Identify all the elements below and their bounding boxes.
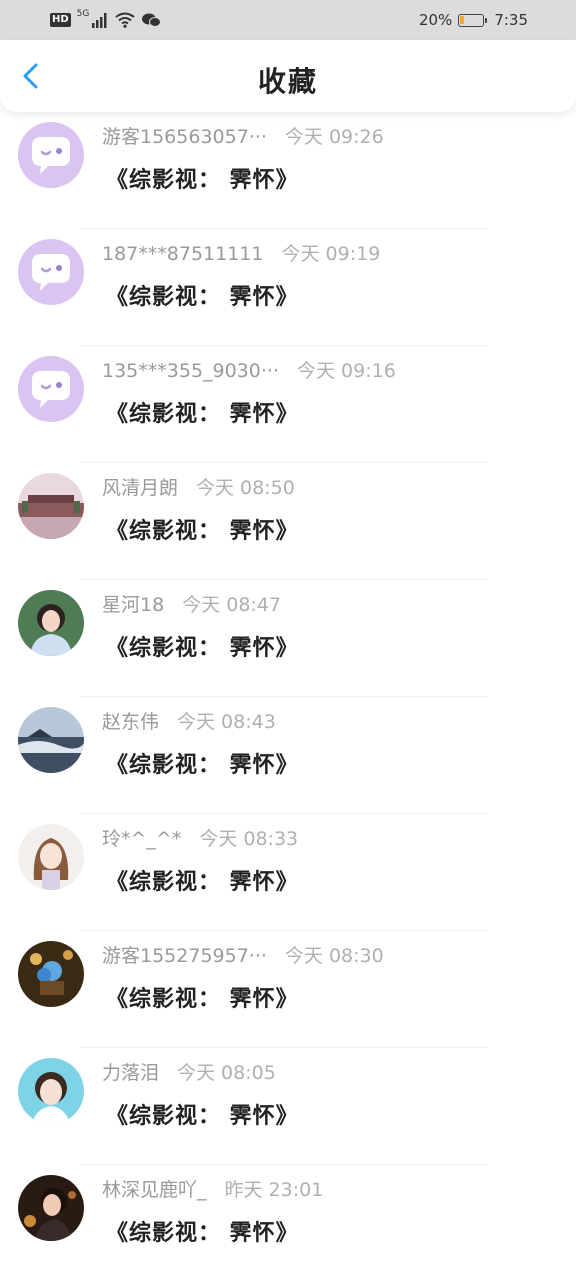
item-meta: 赵东伟 今天 08:43 [102,707,276,734]
item-meta: 风清月朗 今天 08:50 [102,473,295,500]
anime-girl-illustration-image [18,824,84,890]
list-item[interactable]: 游客156563057··· 今天 09:26 《综影视： 霁怀》 [0,112,576,229]
default-chat-avatar-image [18,356,84,422]
favorite-title: 《综影视： 霁怀》 [106,519,299,544]
avatar[interactable] [18,707,84,773]
item-meta: 游客155275957··· 今天 08:30 [102,941,384,968]
timestamp: 今天 08:05 [177,1062,276,1084]
list-item[interactable]: 星河18 今天 08:47 《综影视： 霁怀》 [0,580,576,697]
timestamp: 今天 09:16 [297,360,396,382]
battery-level-fill [460,15,465,24]
user-name: 赵东伟 [102,711,160,733]
avatar[interactable] [18,122,84,188]
avatar[interactable] [18,239,84,305]
wifi-icon [115,12,135,28]
palace-photo-image [18,473,84,539]
timestamp: 昨天 23:01 [224,1179,324,1201]
user-name: 游客156563057··· [102,126,267,148]
favorites-list: 游客156563057··· 今天 09:26 《综影视： 霁怀》 187***8… [0,112,576,1280]
list-item[interactable]: 风清月朗 今天 08:50 《综影视： 霁怀》 [0,463,576,580]
timestamp: 今天 09:19 [281,243,381,265]
avatar[interactable] [18,473,84,539]
girl-photo-image [18,590,84,656]
item-meta: 玲*^_^* 今天 08:33 [102,824,298,851]
sea-of-clouds-photo-image [18,707,84,773]
avatar[interactable] [18,1175,84,1241]
favorite-title: 《综影视： 霁怀》 [106,285,299,310]
page-title: 收藏 [257,65,318,98]
list-item[interactable]: 赵东伟 今天 08:43 《综影视： 霁怀》 [0,697,576,814]
girl-portrait-photo-image [18,1058,84,1124]
user-name: 星河18 [102,594,165,616]
user-name: 力落泪 [102,1062,160,1084]
favorite-title: 《综影视： 霁怀》 [106,168,299,193]
network-label: 5G [76,9,90,19]
list-item[interactable]: 135***355_9030··· 今天 09:16 《综影视： 霁怀》 [0,346,576,463]
blue-flowers-photo-image [18,941,84,1007]
timestamp: 今天 08:47 [182,594,281,616]
default-chat-avatar-image [18,122,84,188]
status-bar: HD 5G 20% 7:35 [0,0,576,40]
favorite-title: 《综影视： 霁怀》 [106,636,299,661]
timestamp: 今天 08:33 [199,828,299,850]
status-left: HD 5G [50,9,162,31]
avatar[interactable] [18,824,84,890]
user-name: 187***87511111 [102,243,264,265]
user-name: 玲*^_^* [102,828,182,850]
default-chat-avatar-image [18,239,84,305]
user-name: 林深见鹿吖_ [102,1179,207,1201]
user-name: 游客155275957··· [102,945,267,967]
favorite-title: 《综影视： 霁怀》 [106,402,299,427]
favorite-title: 《综影视： 霁怀》 [106,753,299,778]
favorite-title: 《综影视： 霁怀》 [106,1104,299,1129]
clock: 7:35 [494,11,528,29]
avatar[interactable] [18,941,84,1007]
timestamp: 今天 09:26 [284,126,384,148]
avatar[interactable] [18,356,84,422]
battery-percent: 20% [418,11,453,29]
woman-night-photo-image [18,1175,84,1241]
hd-badge: HD [50,13,71,27]
favorite-title: 《综影视： 霁怀》 [106,1221,299,1246]
list-item[interactable]: 力落泪 今天 08:05 《综影视： 霁怀》 [0,1048,576,1165]
item-meta: 游客156563057··· 今天 09:26 [102,122,384,149]
favorite-title: 《综影视： 霁怀》 [106,870,299,895]
favorite-title: 《综影视： 霁怀》 [106,987,299,1012]
list-item[interactable]: 玲*^_^* 今天 08:33 《综影视： 霁怀》 [0,814,576,931]
item-meta: 力落泪 今天 08:05 [102,1058,276,1085]
chat-notification-icon [142,13,162,27]
item-meta: 135***355_9030··· 今天 09:16 [102,356,396,383]
nav-header: 收藏 [0,40,576,112]
item-meta: 林深见鹿吖_ 昨天 23:01 [102,1175,323,1202]
item-meta: 187***87511111 今天 09:19 [102,239,380,266]
list-item[interactable]: 187***87511111 今天 09:19 《综影视： 霁怀》 [0,229,576,346]
timestamp: 今天 08:30 [284,945,384,967]
user-name: 风清月朗 [102,477,179,499]
list-item[interactable]: 林深见鹿吖_ 昨天 23:01 《综影视： 霁怀》 [0,1165,576,1280]
list-item[interactable]: 游客155275957··· 今天 08:30 《综影视： 霁怀》 [0,931,576,1048]
item-meta: 星河18 今天 08:47 [102,590,281,617]
timestamp: 今天 08:43 [177,711,276,733]
timestamp: 今天 08:50 [196,477,295,499]
avatar[interactable] [18,590,84,656]
signal-icon [92,13,107,28]
battery-icon [458,13,488,27]
avatar[interactable] [18,1058,84,1124]
user-name: 135***355_9030··· [102,360,280,382]
status-right: 20% 7:35 [419,9,528,31]
